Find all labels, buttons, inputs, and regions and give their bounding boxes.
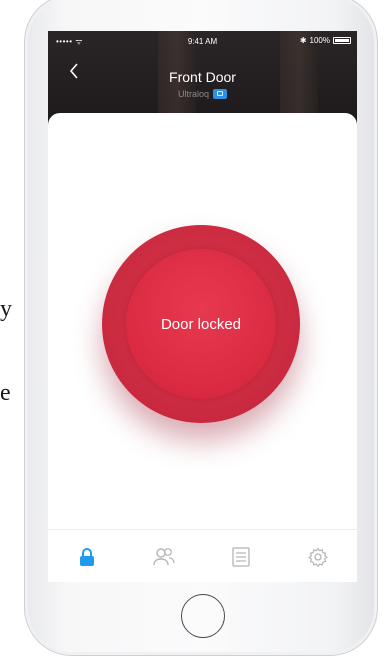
battery-percent: 100% [309, 36, 330, 45]
device-subtitle: Ultraloq [48, 89, 357, 99]
battery-status: ✱ 100% [300, 36, 351, 45]
users-icon [153, 547, 175, 565]
list-icon [232, 546, 250, 567]
battery-icon [333, 37, 351, 44]
tab-lock[interactable] [67, 537, 107, 577]
lock-card: Door locked [48, 113, 357, 533]
tab-bar [48, 529, 357, 582]
lock-badge-icon [213, 89, 227, 99]
tab-users[interactable] [144, 537, 184, 577]
phone-screen: ••••• ᯤ 9:41 AM ✱ 100% Front Door Ultral… [48, 31, 357, 582]
screenshot: y e ••••• ᯤ 9:41 AM ✱ 100% Front Door Ul… [0, 0, 390, 665]
tab-history[interactable] [221, 537, 261, 577]
background-glyph: y [0, 296, 12, 322]
door-status-label: Door locked [160, 316, 242, 333]
lock-icon [79, 547, 94, 566]
device-name: Ultraloq [177, 89, 209, 99]
tab-settings[interactable] [298, 537, 338, 577]
app-header: ••••• ᯤ 9:41 AM ✱ 100% Front Door Ultral… [48, 31, 357, 115]
page-title: Front Door [169, 69, 236, 85]
background-glyph: e [0, 380, 11, 406]
gear-icon [308, 546, 329, 567]
home-button[interactable] [181, 594, 225, 638]
bluetooth-icon: ✱ [299, 36, 307, 45]
status-bar: ••••• ᯤ 9:41 AM ✱ 100% [48, 31, 357, 51]
door-lock-button[interactable]: Door locked [102, 225, 300, 423]
